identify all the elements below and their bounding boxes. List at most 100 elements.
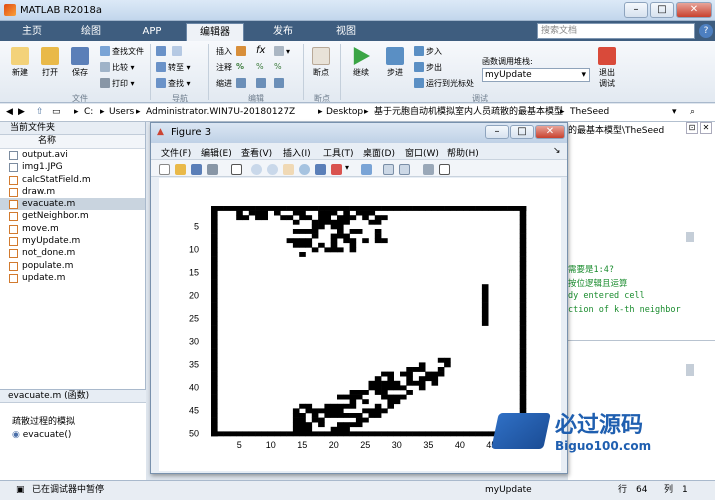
path-segment-seed[interactable]: TheSeed [570,104,609,121]
details-function[interactable]: ◉ evacuate() [12,430,71,440]
chevron-down-icon[interactable]: ▾ [345,163,349,172]
minimize-button[interactable]: – [624,2,648,18]
open-button[interactable]: 打开 [36,47,64,78]
forward-button[interactable] [172,46,184,56]
goto-button[interactable]: 转至 ▾ [156,62,191,73]
file-item[interactable]: myUpdate.m [0,235,145,247]
rotate-icon[interactable] [299,164,310,175]
uncomment-button[interactable]: % [274,62,282,71]
find-files-button[interactable]: 查找文件 [100,46,144,57]
step-out-button[interactable]: 步出 [414,62,442,73]
colorbar-icon[interactable] [383,164,394,175]
column-header-name[interactable]: 名称 [0,135,145,149]
back-icon[interactable]: ◀ [6,104,13,121]
address-bar[interactable]: ◀ ▶ ⇧ ▭ ▸ C: ▸ Users ▸ Administrator.WIN… [0,104,715,122]
figure-minimize-button[interactable]: – [485,125,509,139]
new-figure-icon[interactable] [159,164,170,175]
zoom-out-icon[interactable] [267,164,278,175]
up-folder-icon[interactable]: ⇧ [36,104,44,121]
legend-icon[interactable] [399,164,410,175]
indent-decrease-button[interactable] [274,78,286,88]
menu-tools[interactable]: 工具(T) [323,146,354,159]
function-stack-select[interactable]: myUpdate ▾ [482,68,590,82]
menu-help[interactable]: 帮助(H) [447,146,479,159]
file-item[interactable]: getNeighbor.m [0,210,145,222]
file-item[interactable]: update.m [0,272,145,284]
file-item[interactable]: draw.m [0,186,145,198]
compare-button[interactable]: 比较 ▾ [100,62,135,73]
step-button[interactable]: 步进 [382,47,408,78]
file-item[interactable]: evacuate.m [0,198,145,211]
menu-desktop[interactable]: 桌面(D) [363,146,395,159]
tab-editor[interactable]: 编辑器 [186,23,244,41]
smart-indent-button[interactable] [236,78,248,88]
file-item[interactable]: output.avi [0,149,145,161]
menu-edit[interactable]: 编辑(E) [201,146,232,159]
menu-dock-icon[interactable]: ↘ [553,146,561,156]
chevron-down-icon[interactable]: ▾ [672,104,677,121]
menu-view[interactable]: 查看(V) [241,146,272,159]
print-figure-icon[interactable] [207,164,218,175]
figure-maximize-button[interactable]: □ [510,125,534,139]
find-button[interactable]: 查找 ▾ [156,78,191,89]
data-cursor-icon[interactable] [315,164,326,175]
editor-scrollbar[interactable] [686,232,694,242]
percent-button[interactable]: % [236,62,244,71]
menu-file[interactable]: 文件(F) [161,146,191,159]
percent-toggle-button[interactable]: % [256,62,264,71]
show-tools-icon[interactable] [439,164,450,175]
back-button[interactable] [156,46,168,56]
search-input[interactable]: 搜索文档 [537,23,695,39]
help-icon[interactable]: ? [699,24,713,38]
quit-debug-button[interactable]: 退出 调试 [594,47,620,89]
forward-icon[interactable]: ▶ [18,104,25,121]
path-segment-user[interactable]: Administrator.WIN7U-20180127Z [146,104,295,121]
menu-insert[interactable]: 插入(I) [283,146,311,159]
link-plot-icon[interactable] [361,164,372,175]
tab-apps[interactable]: APP [124,23,180,41]
path-segment-project[interactable]: 基于元胞自动机模拟室内人员疏散的最基本模型 [374,104,563,121]
zoom-in-icon[interactable] [251,164,262,175]
close-editor-button[interactable]: ✕ [700,122,712,134]
pointer-icon[interactable] [231,164,242,175]
file-item[interactable]: not_done.m [0,247,145,259]
hide-tools-icon[interactable] [423,164,434,175]
print-button[interactable]: 打印 ▾ [100,78,135,89]
figure-close-button[interactable]: ✕ [535,125,565,139]
path-segment-desktop[interactable]: Desktop [326,104,363,121]
browse-icon[interactable]: ▭ [52,104,61,121]
command-scrollbar[interactable] [686,364,694,376]
undock-button[interactable]: ⊡ [686,122,698,134]
search-icon[interactable]: ⌕ [690,104,695,121]
open-file-icon[interactable] [175,164,186,175]
brush-icon[interactable] [331,164,342,175]
close-button[interactable]: ✕ [676,2,712,18]
file-item[interactable]: move.m [0,223,145,235]
tab-publish[interactable]: 发布 [252,23,314,41]
path-segment-users[interactable]: Users [109,104,134,121]
new-button[interactable]: 新建 [6,47,34,78]
pan-hand-icon[interactable] [283,164,294,175]
run-to-cursor-button[interactable]: 运行到光标处 [414,78,474,89]
tab-plots[interactable]: 绘图 [64,23,118,41]
path-segment-drive[interactable]: C: [84,104,93,121]
indent-increase-button[interactable] [256,78,268,88]
tab-home[interactable]: 主页 [8,23,56,41]
file-item[interactable]: img1.JPG [0,161,145,173]
breakpoints-button[interactable]: 断点 [307,47,335,78]
step-in-button[interactable]: 步入 [414,46,442,57]
continue-button[interactable]: 继续 [345,47,377,78]
fx-button[interactable]: fx [256,45,265,56]
menu-window[interactable]: 窗口(W) [405,146,439,159]
tab-view[interactable]: 视图 [318,23,374,41]
comment-button[interactable]: 注释 [216,62,232,73]
insert-section-button[interactable] [236,46,248,56]
insert-button[interactable]: 插入 [216,46,232,57]
file-item[interactable]: populate.m [0,260,145,272]
indent-button[interactable]: 缩进 [216,78,232,89]
insert-menu-button[interactable]: ▾ [274,46,290,56]
save-button[interactable]: 保存 [66,47,94,78]
save-figure-icon[interactable] [191,164,202,175]
maximize-button[interactable]: □ [650,2,674,18]
file-item[interactable]: calcStatField.m [0,174,145,186]
